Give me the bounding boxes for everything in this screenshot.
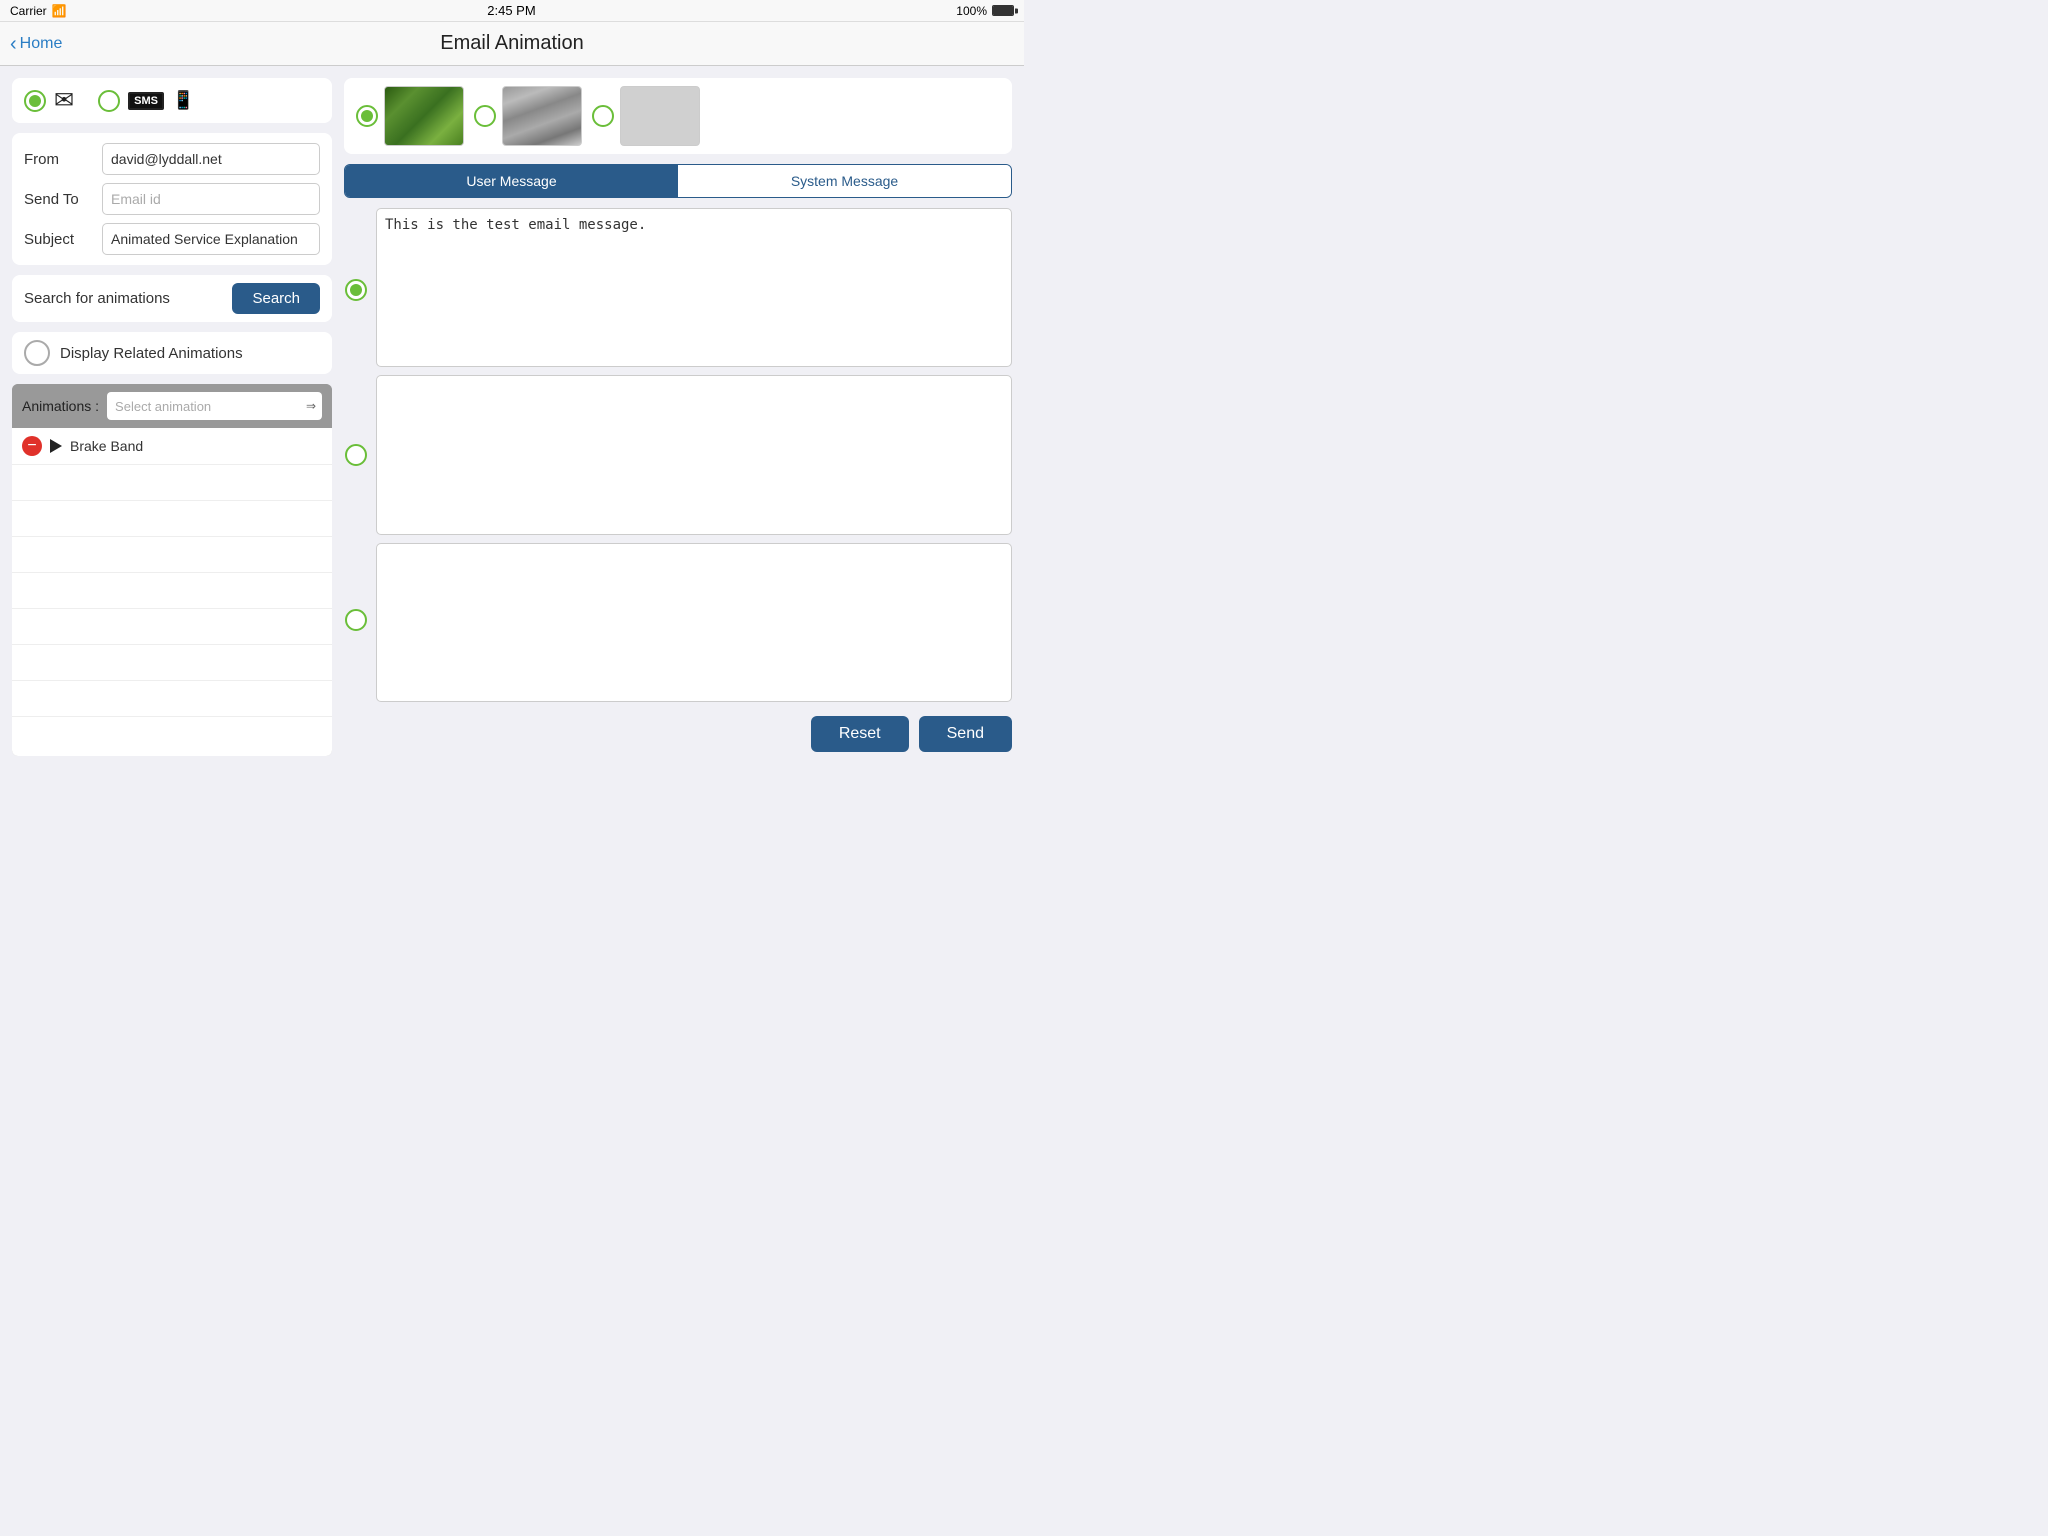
back-chevron-icon: ‹ bbox=[10, 34, 17, 54]
subject-input[interactable] bbox=[102, 223, 320, 255]
send-to-row: Send To bbox=[24, 183, 320, 215]
image-radio-2[interactable] bbox=[474, 105, 496, 127]
play-button[interactable] bbox=[50, 439, 62, 453]
type-selector: ✉ SMS 📱 bbox=[12, 78, 332, 123]
bottom-buttons: Reset Send bbox=[344, 712, 1012, 756]
carrier-label: Carrier bbox=[10, 4, 47, 18]
right-panel: User Message System Message This is the … bbox=[344, 78, 1012, 756]
envelope-icon: ✉ bbox=[54, 86, 74, 115]
message-tabs: User Message System Message bbox=[344, 164, 1012, 198]
nav-bar: ‹ Home Email Animation bbox=[0, 22, 1024, 66]
battery-label: 100% bbox=[956, 4, 987, 18]
image-radio-3[interactable] bbox=[592, 105, 614, 127]
subject-row: Subject bbox=[24, 223, 320, 255]
image-option-1 bbox=[356, 86, 464, 146]
message-areas: This is the test email message. bbox=[344, 208, 1012, 702]
animations-list: − Brake Band bbox=[12, 428, 332, 756]
image-option-3 bbox=[592, 86, 700, 146]
message-textarea-3[interactable] bbox=[376, 543, 1012, 702]
main-content: ✉ SMS 📱 From Send To Subject Search for … bbox=[0, 66, 1024, 768]
remove-button[interactable]: − bbox=[22, 436, 42, 456]
status-left: Carrier 📶 bbox=[10, 4, 67, 18]
subject-label: Subject bbox=[24, 231, 94, 248]
send-button[interactable]: Send bbox=[919, 716, 1012, 752]
empty-row bbox=[12, 645, 332, 681]
from-row: From bbox=[24, 143, 320, 175]
form-section: From Send To Subject bbox=[12, 133, 332, 265]
send-to-label: Send To bbox=[24, 191, 94, 208]
animations-section: Animations : Select animation ⇒ − Brake … bbox=[12, 384, 332, 756]
search-button[interactable]: Search bbox=[232, 283, 320, 314]
msg-radio-3[interactable] bbox=[345, 609, 367, 631]
display-related-label: Display Related Animations bbox=[60, 345, 243, 362]
image-radio-1[interactable] bbox=[356, 105, 378, 127]
back-button[interactable]: ‹ Home bbox=[10, 34, 62, 54]
animations-label: Animations : bbox=[22, 398, 99, 414]
tab-user-message[interactable]: User Message bbox=[345, 165, 678, 197]
animations-select[interactable]: Select animation bbox=[107, 392, 322, 420]
from-label: From bbox=[24, 151, 94, 168]
msg-radio-1[interactable] bbox=[345, 279, 367, 301]
image-option-2 bbox=[474, 86, 582, 146]
wifi-icon: 📶 bbox=[52, 4, 67, 18]
message-textarea-1[interactable]: This is the test email message. bbox=[376, 208, 1012, 367]
msg-radio-2[interactable] bbox=[345, 444, 367, 466]
empty-row bbox=[12, 609, 332, 645]
thumbnail-1[interactable] bbox=[384, 86, 464, 146]
textarea-column: This is the test email message. bbox=[376, 208, 1012, 702]
search-row: Search for animations Search bbox=[12, 275, 332, 322]
animations-header: Animations : Select animation ⇒ bbox=[12, 384, 332, 428]
empty-row bbox=[12, 537, 332, 573]
send-to-input[interactable] bbox=[102, 183, 320, 215]
radio-column bbox=[344, 208, 368, 702]
empty-row bbox=[12, 573, 332, 609]
thumbnail-3[interactable] bbox=[620, 86, 700, 146]
back-label: Home bbox=[20, 35, 63, 53]
status-right: 100% bbox=[956, 4, 1014, 18]
display-related-row: Display Related Animations bbox=[12, 332, 332, 374]
reset-button[interactable]: Reset bbox=[811, 716, 909, 752]
sms-label: SMS bbox=[128, 92, 164, 110]
display-related-radio[interactable] bbox=[24, 340, 50, 366]
sms-radio[interactable] bbox=[98, 90, 120, 112]
image-selector bbox=[344, 78, 1012, 154]
status-time: 2:45 PM bbox=[487, 3, 535, 18]
left-panel: ✉ SMS 📱 From Send To Subject Search for … bbox=[12, 78, 332, 756]
empty-row bbox=[12, 465, 332, 501]
page-title: Email Animation bbox=[440, 32, 583, 55]
tab-system-message[interactable]: System Message bbox=[678, 165, 1011, 197]
list-item: − Brake Band bbox=[12, 428, 332, 465]
animations-select-wrapper: Select animation ⇒ bbox=[107, 392, 322, 420]
email-radio[interactable] bbox=[24, 90, 46, 112]
status-bar: Carrier 📶 2:45 PM 100% bbox=[0, 0, 1024, 22]
message-textarea-2[interactable] bbox=[376, 375, 1012, 534]
empty-row bbox=[12, 681, 332, 717]
from-input[interactable] bbox=[102, 143, 320, 175]
search-label: Search for animations bbox=[24, 290, 170, 307]
battery-icon bbox=[992, 5, 1014, 16]
animation-name: Brake Band bbox=[70, 438, 143, 454]
phone-icon: 📱 bbox=[172, 90, 194, 111]
thumbnail-2[interactable] bbox=[502, 86, 582, 146]
empty-row bbox=[12, 501, 332, 537]
